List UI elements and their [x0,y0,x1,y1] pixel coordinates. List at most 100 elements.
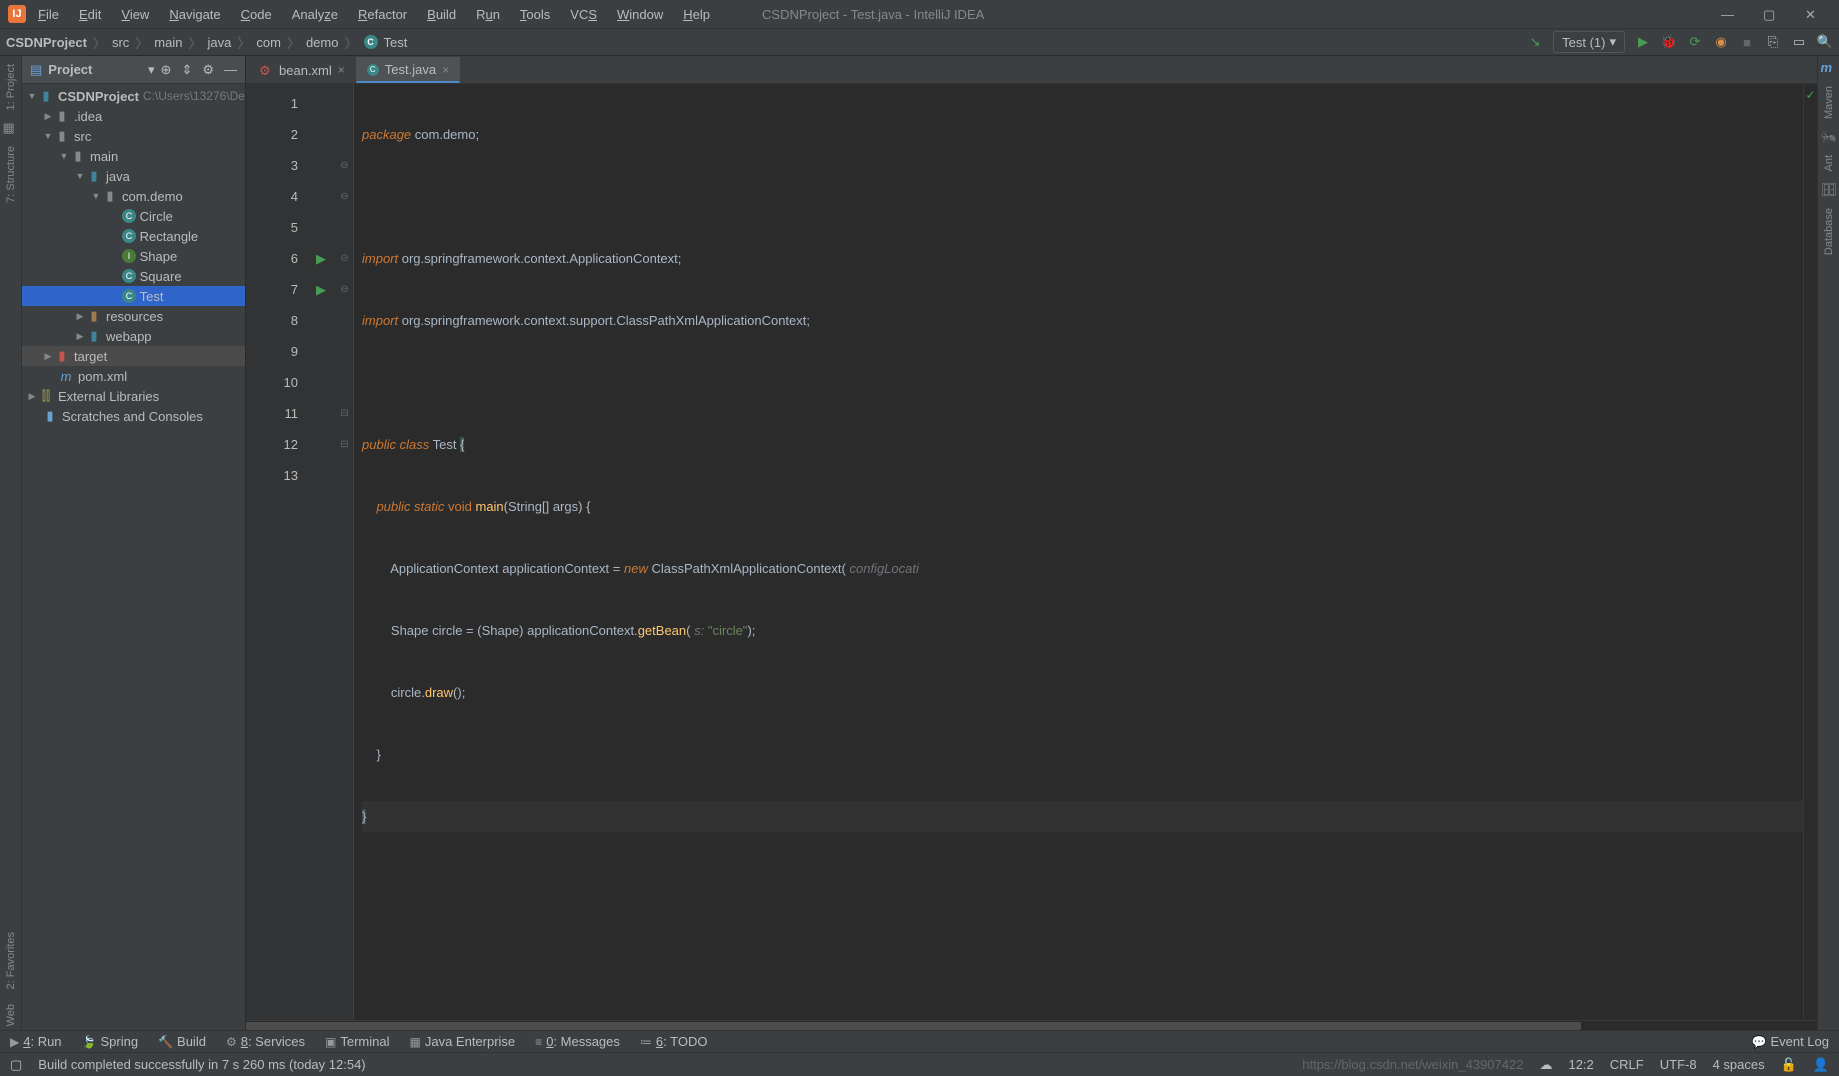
maven-icon[interactable]: m [1821,60,1837,76]
bottom-todo[interactable]: ≔ 6: TODO [640,1034,708,1049]
close-tab-icon[interactable]: × [442,63,449,77]
crumb-java[interactable]: java [208,35,232,50]
tree-scratches[interactable]: ▮Scratches and Consoles [22,406,245,426]
tab-test-java[interactable]: C Test.java × [356,57,460,83]
run-line-icon[interactable]: ▶ [306,243,336,274]
tree-resources[interactable]: ▶▮resources [22,306,245,326]
status-cursor-pos[interactable]: 12:2 [1568,1057,1593,1072]
sidebar-view-icon[interactable]: ▤ [30,62,42,78]
tree-src[interactable]: ▼▮src [22,126,245,146]
close-icon[interactable]: ✕ [1805,7,1819,21]
tab-bean-xml[interactable]: ⚙ bean.xml × [248,57,356,83]
run-line-icon[interactable]: ▶ [306,274,336,305]
bottom-terminal[interactable]: ▣ Terminal [325,1034,389,1049]
toolbar: ↘ Test (1) ▾ ▶ 🐞 ⟳ ◉ ■ ⎘ ▭ 🔍 [1527,31,1833,53]
bottom-javaee[interactable]: ▦ Java Enterprise [410,1034,516,1049]
profile-icon[interactable]: ◉ [1713,34,1729,50]
tree-webapp[interactable]: ▶▮webapp [22,326,245,346]
menu-run[interactable]: Run [468,4,508,25]
run-icon[interactable]: ▶ [1635,34,1651,50]
coverage-icon[interactable]: ⟳ [1687,34,1703,50]
class-icon: C [367,64,379,76]
menu-refactor[interactable]: Refactor [350,4,415,25]
status-encoding[interactable]: UTF-8 [1660,1057,1697,1072]
debug-icon[interactable]: 🐞 [1661,34,1677,50]
menu-view[interactable]: View [113,4,157,25]
status-tool-icon[interactable]: ▢ [10,1057,22,1073]
code-text[interactable]: package com.demo; import org.springframe… [354,84,1803,1020]
strip-ant[interactable]: Ant [1823,151,1835,176]
status-indent[interactable]: 4 spaces [1713,1057,1765,1072]
crumb-root[interactable]: CSDNProject [6,35,87,50]
dropdown-icon: ▾ [1609,34,1616,50]
bottom-eventlog[interactable]: 💬 Event Log [1752,1034,1830,1049]
menu-vcs[interactable]: VCS [562,4,605,25]
menu-help[interactable]: Help [675,4,718,25]
vcs-icon[interactable]: ⎘ [1765,34,1781,50]
structure-icon[interactable]: ▭ [1791,34,1807,50]
status-ro-icon[interactable]: 🔓 [1781,1057,1797,1073]
menu-build[interactable]: Build [419,4,464,25]
menu-tools[interactable]: Tools [512,4,558,25]
tree-class-shape[interactable]: I Shape [22,246,245,266]
strip-database[interactable]: Database [1823,204,1835,259]
bottom-spring[interactable]: 🍃 Spring [82,1034,139,1049]
crumb-main[interactable]: main [154,35,182,50]
tree-java[interactable]: ▼▮java [22,166,245,186]
dropdown-icon[interactable]: ▾ [148,62,155,78]
ant-icon[interactable]: 🐜 [1821,129,1837,145]
strip-favorites[interactable]: 2: Favorites [5,928,17,993]
bottom-run[interactable]: ▶ 4: Run [10,1034,62,1049]
run-config-selector[interactable]: Test (1) ▾ [1553,31,1625,53]
search-icon[interactable]: 🔍 [1817,34,1833,50]
watermark: https://blog.csdn.net/weixin_43907422 [1302,1057,1523,1072]
menu-edit[interactable]: Edit [71,4,109,25]
hide-icon[interactable]: — [224,62,237,78]
menu-navigate[interactable]: Navigate [161,4,228,25]
project-tree: ▼▮ CSDNProjectC:\Users\13276\De ▶▮.idea … [22,84,245,1030]
tree-idea[interactable]: ▶▮.idea [22,106,245,126]
tree-class-circle[interactable]: C Circle [22,206,245,226]
collapse-icon[interactable]: ⇕ [181,62,192,78]
tree-pom[interactable]: mpom.xml [22,366,245,386]
crumb-src[interactable]: src [112,35,129,50]
scrollbar-thumb[interactable] [246,1022,1581,1030]
build-icon[interactable]: ↘ [1527,34,1543,50]
minimize-icon[interactable]: — [1721,7,1735,21]
strip-maven[interactable]: Maven [1823,82,1835,123]
status-inspection-icon[interactable]: 👤 [1813,1057,1829,1073]
tree-class-square[interactable]: C Square [22,266,245,286]
bottom-build[interactable]: 🔨 Build [158,1034,206,1049]
menu-code[interactable]: Code [233,4,280,25]
menu-file[interactable]: File [30,4,67,25]
database-icon[interactable]: 🗄 [1821,182,1837,198]
tree-main[interactable]: ▼▮main [22,146,245,166]
bottom-messages[interactable]: ≡ 0: Messages [535,1034,620,1049]
crumb-test[interactable]: Test [384,35,408,50]
locate-icon[interactable]: ⊕ [161,62,172,78]
crumb-com[interactable]: com [256,35,281,50]
tree-class-test[interactable]: C Test [22,286,245,306]
tree-target[interactable]: ▶▮target [22,346,245,366]
strip-structure[interactable]: 7: Structure [5,142,17,207]
tree-pkg[interactable]: ▼▮com.demo [22,186,245,206]
tree-extlib[interactable]: ▶⫿⫿External Libraries [22,386,245,406]
crumb-demo[interactable]: demo [306,35,339,50]
error-stripe[interactable]: ✓ [1803,84,1817,1020]
tree-root[interactable]: ▼▮ CSDNProjectC:\Users\13276\De [22,86,245,106]
menu-analyze[interactable]: Analyze [284,4,346,25]
maximize-icon[interactable]: ▢ [1763,7,1777,21]
tree-class-rectangle[interactable]: C Rectangle [22,226,245,246]
status-line-sep[interactable]: CRLF [1610,1057,1644,1072]
close-tab-icon[interactable]: × [338,63,345,77]
stop-icon[interactable]: ■ [1739,34,1755,50]
horizontal-scrollbar[interactable] [246,1020,1817,1030]
code-editor[interactable]: 12345678910111213 ▶ ▶ ⊖⊖ ⊖⊖ ⊟⊟ package c… [246,84,1817,1020]
menu-window[interactable]: Window [609,4,671,25]
strip-project[interactable]: 1: Project [5,60,17,114]
status-sync-icon[interactable]: ☁ [1539,1057,1552,1073]
gear-icon[interactable]: ⚙ [202,62,214,78]
bottom-services[interactable]: ⚙ 8: Services [226,1034,305,1049]
sidebar-title[interactable]: Project [48,62,142,77]
strip-web[interactable]: Web [5,1000,17,1030]
